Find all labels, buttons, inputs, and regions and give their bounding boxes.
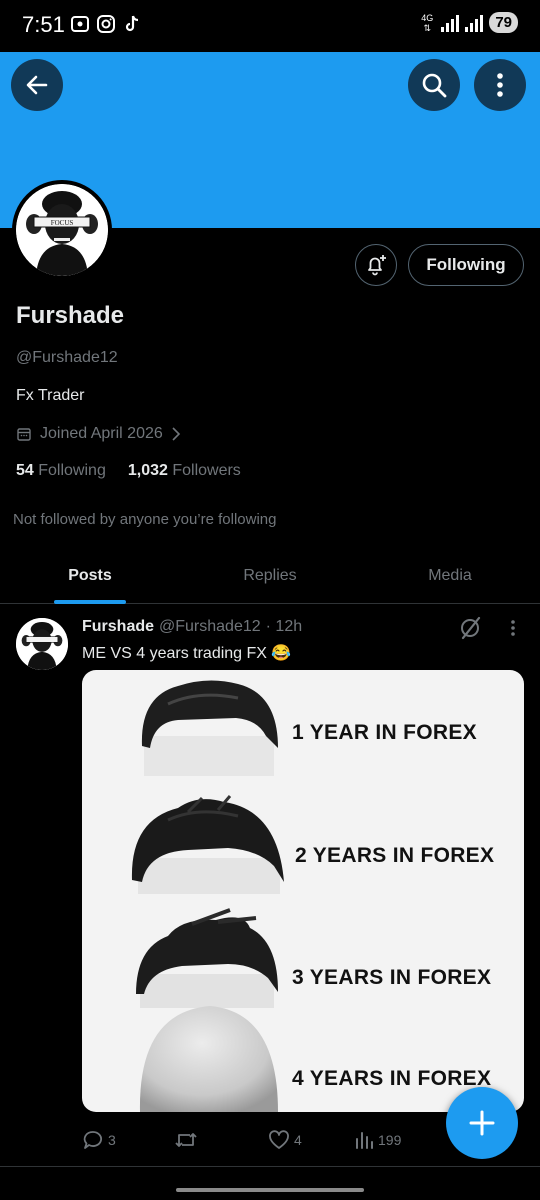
retweet-icon xyxy=(175,1133,197,1147)
avatar-image: FOCUS xyxy=(16,184,108,276)
avatar-focus-text: FOCUS xyxy=(51,219,74,227)
tiktok-icon xyxy=(122,14,142,34)
meme-label-4: 4 YEARS IN FOREX xyxy=(292,1067,492,1090)
profile-tabs: Posts Replies Media xyxy=(0,548,540,604)
profile-name: Furshade xyxy=(16,302,125,329)
focus-avatar-small xyxy=(16,618,68,670)
instagram-icon xyxy=(96,14,116,34)
meme-label-1: 1 YEAR IN FOREX xyxy=(292,721,477,744)
search-button[interactable] xyxy=(408,59,460,111)
reply-count: 3 xyxy=(108,1132,116,1148)
status-system-icons: 4G ⇅ 79 xyxy=(419,12,518,33)
search-icon xyxy=(422,73,447,98)
followers-stat-label: Followers xyxy=(172,462,241,479)
following-button[interactable]: Following xyxy=(408,244,524,286)
joined-date-link[interactable]: Joined April 2026 xyxy=(16,425,181,443)
post-avatar[interactable] xyxy=(16,618,68,670)
views-count: 199 xyxy=(378,1132,402,1148)
post-header: Furshade @Furshade12 · 12h xyxy=(82,618,302,636)
tab-posts[interactable]: Posts xyxy=(0,548,180,604)
reply-icon xyxy=(83,1131,102,1149)
more-vertical-icon xyxy=(497,73,503,97)
battery-indicator: 79 xyxy=(489,12,518,33)
screenshot-icon xyxy=(70,14,90,34)
arrow-left-icon xyxy=(26,75,48,95)
meme-label-3: 3 YEARS IN FOREX xyxy=(292,966,492,989)
hair-3-years-image xyxy=(136,908,278,1008)
grok-icon xyxy=(461,616,481,640)
more-vertical-icon xyxy=(511,620,515,636)
post-author-name[interactable]: Furshade xyxy=(82,618,154,636)
signal-icon-2 xyxy=(465,14,484,32)
like-button[interactable]: 4 xyxy=(268,1129,302,1151)
bell-plus-icon xyxy=(368,255,386,276)
home-gesture-bar[interactable] xyxy=(176,1188,364,1192)
post-text: ME VS 4 years trading FX 😂 xyxy=(82,645,292,662)
signal-icon xyxy=(441,14,460,32)
compose-post-button[interactable] xyxy=(446,1087,518,1159)
back-button[interactable] xyxy=(11,59,63,111)
post-author-handle[interactable]: @Furshade12 xyxy=(159,618,261,636)
following-count: 54 xyxy=(16,462,34,479)
joined-text: Joined April 2026 xyxy=(40,425,163,442)
meme-label-2: 2 YEARS IN FOREX xyxy=(295,844,495,867)
following-stat[interactable]: 54 Following xyxy=(16,462,106,480)
network-type: 4G ⇅ xyxy=(421,12,434,33)
post-timestamp[interactable]: · 12h xyxy=(266,618,302,636)
notification-bell-button[interactable] xyxy=(355,244,397,286)
views-icon xyxy=(356,1132,373,1149)
grok-button[interactable] xyxy=(458,615,484,641)
hair-1-year-image xyxy=(141,680,278,776)
post-media-image[interactable]: 1 YEAR IN FOREX 2 YEARS IN FOREX 3 YEARS… xyxy=(82,670,524,1112)
following-stat-label: Following xyxy=(38,462,106,479)
tab-replies[interactable]: Replies xyxy=(180,548,360,604)
calendar-icon xyxy=(17,428,31,441)
reply-button[interactable]: 3 xyxy=(82,1129,116,1151)
views-button[interactable]: 199 xyxy=(354,1130,401,1150)
chevron-right-icon xyxy=(172,427,180,441)
heart-icon xyxy=(269,1130,289,1149)
profile-bio: Fx Trader xyxy=(16,387,85,404)
status-bar: 7:51 4G ⇅ 79 xyxy=(0,0,540,52)
hair-2-years-image xyxy=(131,795,284,894)
tab-media[interactable]: Media xyxy=(360,548,540,604)
not-followed-note: Not followed by anyone you’re following xyxy=(13,511,277,528)
status-notification-icons xyxy=(70,14,142,34)
followers-stat[interactable]: 1,032 Followers xyxy=(128,462,241,480)
plus-icon xyxy=(469,1110,495,1136)
network-label: 4G xyxy=(421,12,434,23)
follow-stats: 54 Following 1,032 Followers xyxy=(16,462,241,480)
bottom-divider xyxy=(0,1166,540,1167)
profile-handle: @Furshade12 xyxy=(16,349,118,366)
status-time: 7:51 xyxy=(22,12,65,37)
more-options-button[interactable] xyxy=(474,59,526,111)
post-more-button[interactable] xyxy=(503,615,523,641)
bald-4-years-image xyxy=(139,1006,278,1112)
like-count: 4 xyxy=(294,1132,302,1148)
focus-avatar-illustration: FOCUS xyxy=(16,184,108,276)
retweet-button[interactable] xyxy=(174,1129,202,1151)
profile-avatar[interactable]: FOCUS xyxy=(12,180,112,280)
followers-count: 1,032 xyxy=(127,462,168,479)
